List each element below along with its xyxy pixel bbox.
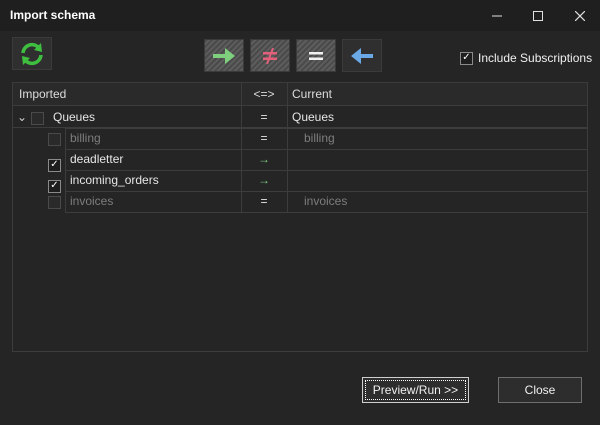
title-bar: Import schema [0, 0, 600, 31]
grid-header: Imported <=> Current [13, 83, 587, 106]
row-checkbox[interactable] [48, 196, 61, 209]
header-imported[interactable]: Imported [19, 83, 66, 106]
maximize-icon [533, 10, 543, 21]
table-row[interactable]: invoices = invoices [13, 191, 587, 212]
arrow-left-icon [351, 47, 373, 64]
equal-icon [309, 51, 323, 60]
compare-symbol: = [260, 194, 268, 208]
compare-symbol: → [258, 173, 270, 187]
close-window-button[interactable] [561, 0, 599, 31]
header-compare[interactable]: <=> [241, 83, 287, 106]
row-checkbox[interactable] [48, 133, 61, 146]
expand-chevron-icon[interactable]: ⌄ [17, 107, 27, 128]
not-equal-button[interactable] [250, 39, 290, 72]
equal-button[interactable] [296, 39, 336, 72]
schema-grid: Imported <=> Current ⌄ Queues = Queues b… [12, 82, 588, 352]
minimize-icon [492, 15, 502, 16]
imported-name: Queues [53, 110, 96, 124]
arrow-right-icon [213, 47, 235, 64]
close-icon [575, 10, 585, 21]
include-subscriptions-label: Include Subscriptions [478, 51, 593, 65]
compare-symbol: → [258, 152, 270, 166]
row-checkbox[interactable] [31, 112, 44, 125]
table-row[interactable]: ✓ deadletter → [13, 149, 587, 172]
include-subscriptions-checkbox[interactable]: ✓ Include Subscriptions [460, 51, 592, 65]
preview-run-button[interactable]: Preview/Run >> [362, 377, 469, 403]
imported-name: incoming_orders [70, 173, 159, 187]
compare-symbol: = [260, 110, 268, 124]
refresh-button[interactable] [12, 37, 52, 70]
not-equal-icon [263, 47, 277, 64]
table-row[interactable]: ✓ incoming_orders → [13, 170, 587, 193]
compare-symbol: = [260, 131, 268, 145]
window-title: Import schema [10, 8, 96, 22]
checkbox-box[interactable]: ✓ [460, 51, 473, 65]
current-name: invoices [304, 194, 348, 208]
refresh-icon [21, 42, 43, 65]
maximize-button[interactable] [519, 0, 557, 31]
header-current[interactable]: Current [292, 83, 332, 106]
current-name: billing [304, 131, 335, 145]
export-arrow-left-button[interactable] [342, 39, 382, 72]
table-row[interactable]: billing = billing [13, 128, 587, 149]
table-row[interactable]: ⌄ Queues = Queues [13, 107, 587, 128]
imported-name: invoices [70, 194, 114, 208]
imported-name: deadletter [70, 152, 124, 166]
imported-name: billing [70, 131, 101, 145]
minimize-button[interactable] [478, 0, 516, 31]
current-name: Queues [292, 110, 335, 124]
close-button[interactable]: Close [498, 377, 582, 403]
import-arrow-right-button[interactable] [204, 39, 244, 72]
